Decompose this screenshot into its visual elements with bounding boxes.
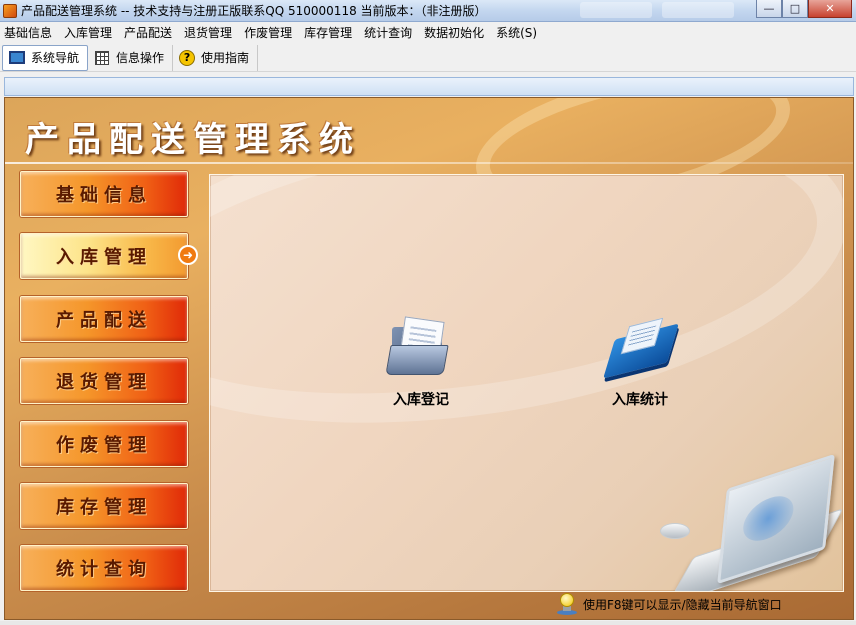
title-divider (5, 162, 853, 164)
book-icon (603, 313, 679, 383)
minimize-button[interactable]: — (756, 0, 782, 18)
menu-item-data-init[interactable]: 数据初始化 (420, 22, 492, 44)
menu-item-returns[interactable]: 退货管理 (180, 22, 240, 44)
menu-item-inventory[interactable]: 库存管理 (300, 22, 360, 44)
close-icon: ✕ (825, 2, 835, 15)
content-area: 入库登记 入库统计 (209, 174, 844, 592)
nav-button-label: 作废管理 (56, 435, 152, 456)
menu-item-basic-info[interactable]: 基础信息 (0, 22, 60, 44)
nav-button-delivery[interactable]: 产品配送 (20, 296, 188, 342)
grid-icon (94, 50, 110, 66)
menu-item-void[interactable]: 作废管理 (240, 22, 300, 44)
nav-button-label: 基础信息 (56, 185, 152, 206)
toolbar-system-nav-button[interactable]: 系统导航 (2, 44, 89, 71)
title-bar-decoration (580, 2, 734, 18)
nav-button-stock-in[interactable]: 入库管理 (20, 233, 188, 279)
title-bar: 产品配送管理系统 -- 技术支持与注册正版联系QQ 510000118 当前版本… (0, 0, 856, 22)
nav-button-label: 退货管理 (56, 372, 152, 393)
page-title: 产品配送管理系统 (25, 120, 361, 160)
maximize-icon: □ (789, 2, 801, 15)
menu-item-stock-in[interactable]: 入库管理 (60, 22, 120, 44)
close-button[interactable]: ✕ (808, 0, 852, 18)
launcher-label: 入库登记 (393, 392, 449, 408)
navigation-panel: 产品配送管理系统 基础信息 入库管理 ➜ 产品配送 退货管理 作废管理 库存管理… (4, 97, 854, 620)
menu-item-delivery[interactable]: 产品配送 (120, 22, 180, 44)
navigation-strip (4, 77, 854, 96)
lightbulb-icon (557, 593, 577, 615)
window-controls: — □ ✕ (756, 0, 852, 18)
nav-button-label: 入库管理 (56, 247, 152, 268)
toolbar: 系统导航 信息操作 ? 使用指南 (0, 44, 856, 72)
laptop-illustration (660, 453, 843, 591)
menu-bar: 基础信息 入库管理 产品配送 退货管理 作废管理 库存管理 统计查询 数据初始化… (0, 22, 856, 44)
minimize-icon: — (763, 2, 775, 15)
nav-button-label: 统计查询 (56, 559, 152, 580)
launcher-stock-in-register[interactable]: 入库登记 (366, 313, 476, 409)
window-title: 产品配送管理系统 -- 技术支持与注册正版联系QQ 510000118 当前版本… (21, 4, 487, 18)
toolbar-label: 信息操作 (116, 51, 165, 65)
toolbar-label: 系统导航 (31, 51, 80, 65)
mouse-illustration (660, 523, 690, 539)
help-icon: ? (179, 49, 196, 66)
status-bar (0, 621, 856, 625)
f8-hint: 使用F8键可以显示/隐藏当前导航窗口 (557, 592, 782, 616)
launcher-stock-in-statistics[interactable]: 入库统计 (585, 313, 695, 409)
app-logo-icon (3, 3, 17, 18)
nav-button-inventory[interactable]: 库存管理 (20, 483, 188, 529)
nav-button-label: 产品配送 (56, 310, 152, 331)
maximize-button[interactable]: □ (782, 0, 808, 18)
menu-item-statistics[interactable]: 统计查询 (360, 22, 420, 44)
active-arrow-icon: ➜ (178, 245, 198, 265)
nav-button-statistics[interactable]: 统计查询 (20, 545, 188, 591)
toolbar-guide-button[interactable]: ? 使用指南 (173, 44, 259, 71)
nav-button-basic-info[interactable]: 基础信息 (20, 171, 188, 217)
hint-text: 使用F8键可以显示/隐藏当前导航窗口 (583, 597, 782, 612)
toolbar-label: 使用指南 (201, 51, 250, 65)
toolbar-info-ops-button[interactable]: 信息操作 (88, 44, 174, 71)
decorative-swirl (210, 175, 843, 467)
menu-item-system[interactable]: 系统(S) (492, 22, 545, 44)
launcher-label: 入库统计 (612, 392, 668, 408)
nav-button-returns[interactable]: 退货管理 (20, 358, 188, 404)
monitor-icon (9, 50, 25, 66)
folder-document-icon (385, 313, 456, 383)
nav-button-label: 库存管理 (56, 497, 152, 518)
nav-button-void[interactable]: 作废管理 (20, 421, 188, 467)
